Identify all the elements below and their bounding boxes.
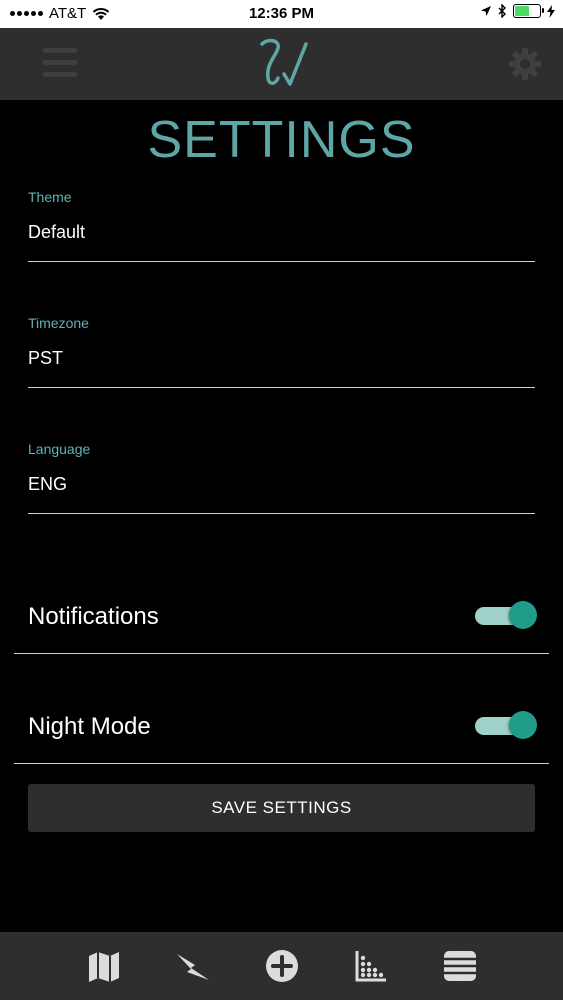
page-title: SETTINGS — [147, 111, 416, 169]
language-field[interactable]: Language ENG — [28, 441, 535, 514]
timezone-field[interactable]: Timezone PST — [28, 315, 535, 388]
status-time: 12:36 PM — [248, 5, 315, 22]
app-header — [0, 28, 563, 100]
timezone-label: Timezone — [28, 315, 89, 331]
language-label: Language — [28, 441, 91, 457]
battery-icon — [513, 4, 544, 18]
hamburger-icon[interactable] — [43, 48, 77, 78]
toggle-knob — [509, 711, 537, 739]
status-right — [480, 4, 555, 18]
save-settings-button[interactable]: SAVE SETTINGS — [28, 784, 535, 832]
list-icon[interactable] — [442, 948, 478, 984]
location-arrow-icon — [481, 6, 491, 16]
theme-label: Theme — [28, 189, 72, 205]
charging-icon — [547, 4, 555, 18]
language-value[interactable]: ENG — [28, 474, 535, 514]
map-icon[interactable] — [86, 948, 122, 984]
night-mode-row: Night Mode — [14, 693, 549, 764]
script-logo-icon — [260, 38, 308, 86]
bluetooth-icon — [498, 4, 506, 18]
theme-field[interactable]: Theme Default — [28, 189, 535, 262]
bottom-nav — [0, 932, 563, 1000]
gear-icon[interactable] — [507, 46, 543, 82]
add-circle-icon[interactable] — [264, 948, 300, 984]
status-bar: AT&T 12:36 PM — [0, 0, 563, 28]
chart-icon[interactable] — [353, 948, 389, 984]
timezone-value[interactable]: PST — [28, 348, 535, 388]
notifications-row: Notifications — [14, 583, 549, 654]
toggle-knob — [509, 601, 537, 629]
notifications-toggle[interactable] — [475, 601, 537, 629]
night-mode-toggle[interactable] — [475, 711, 537, 739]
night-mode-label: Night Mode — [28, 713, 151, 740]
lightning-icon[interactable] — [175, 948, 211, 984]
notifications-label: Notifications — [28, 603, 159, 630]
theme-value[interactable]: Default — [28, 222, 535, 262]
